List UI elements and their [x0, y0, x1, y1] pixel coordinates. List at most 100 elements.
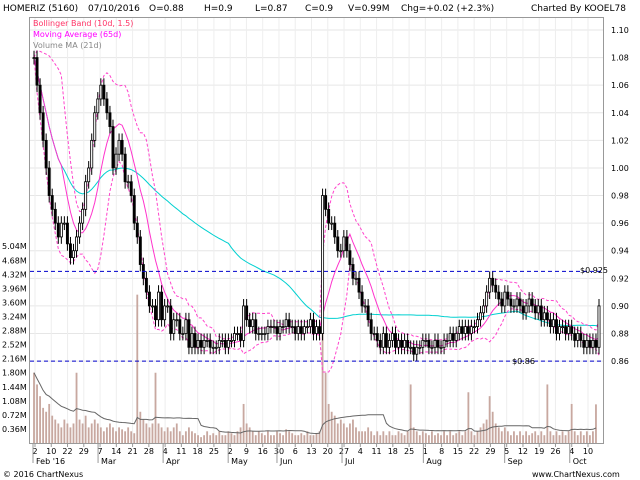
candle-body — [357, 277, 361, 293]
price-tick-label: 1.08 — [611, 54, 629, 63]
candle-body — [397, 340, 400, 348]
candle-body — [345, 236, 349, 252]
candle-body — [163, 305, 167, 321]
date-tick-label: 9 — [244, 447, 249, 456]
candle-body — [394, 333, 397, 348]
volume-bar — [385, 435, 388, 443]
candle-body — [564, 326, 568, 334]
volume-bar — [197, 435, 199, 443]
candle-body — [327, 208, 331, 224]
candle-body — [424, 340, 428, 342]
price-tick-label: 1.06 — [611, 81, 629, 90]
volume-bar — [154, 372, 157, 443]
volume-tick-label: 2.52M — [2, 341, 27, 350]
volume-bar — [376, 431, 379, 443]
candle-body — [463, 326, 467, 334]
candle-body — [81, 208, 85, 224]
volume-bar — [558, 435, 561, 443]
volume-bar — [233, 435, 236, 443]
candle-body — [597, 305, 601, 348]
volume-tick-label: 1.44M — [2, 383, 27, 392]
price-tick-label: 0.96 — [611, 219, 629, 228]
candle-body — [466, 326, 470, 334]
volume-bar — [121, 429, 124, 443]
volume-bar — [230, 433, 233, 443]
candle-body — [542, 312, 546, 321]
candle-body — [360, 291, 364, 307]
date-tick-label: 13 — [306, 447, 316, 456]
volume-bar — [564, 435, 567, 443]
date-tick-label: 4 — [358, 447, 363, 456]
candle-body — [68, 243, 72, 259]
volume-bar — [39, 396, 41, 443]
candle-body — [47, 167, 51, 196]
volume-tick-label: 4.32M — [2, 270, 27, 279]
candle-body — [281, 326, 285, 329]
candle-body — [308, 319, 312, 328]
volume-bar — [215, 435, 218, 443]
date-tick-label: 27 — [339, 447, 349, 456]
date-tick-label: 30 — [274, 447, 284, 456]
candle-body — [324, 195, 328, 210]
candle-body — [479, 312, 482, 321]
open-readout: O=0.88 — [149, 4, 184, 14]
date-tick-label: 21 — [127, 447, 137, 456]
candle-body — [190, 333, 194, 348]
volume-readout: V=0.99M — [348, 4, 390, 14]
candle-body — [108, 112, 112, 127]
candle-body — [311, 319, 315, 334]
volume-bar — [99, 427, 102, 443]
candle-body — [202, 340, 206, 348]
volume-bar — [118, 427, 120, 443]
candle-body — [111, 126, 115, 169]
candle-body — [561, 326, 565, 329]
volume-bar — [352, 419, 354, 443]
high-readout: H=0.9 — [204, 4, 233, 14]
candle-body — [588, 340, 592, 348]
candle-body — [390, 333, 394, 341]
volume-bar — [288, 431, 291, 443]
volume-bar — [294, 435, 297, 443]
volume-bar — [588, 435, 591, 443]
candle-body — [315, 326, 318, 334]
volume-bar — [455, 433, 458, 443]
volume-bar — [500, 431, 503, 443]
candle-body — [245, 305, 249, 321]
candle-body — [430, 346, 434, 349]
date-tick-label: 25 — [209, 447, 219, 456]
candle-body — [533, 305, 537, 314]
candle-body — [178, 319, 182, 334]
candle-body — [591, 340, 595, 348]
chart-background — [0, 0, 640, 480]
date-tick-label: 10 — [46, 447, 56, 456]
volume-bar — [324, 372, 327, 443]
volume-bar — [567, 431, 570, 443]
volume-bar — [333, 415, 336, 443]
candle-body — [172, 319, 176, 334]
candle-body — [491, 277, 495, 286]
volume-bar — [573, 431, 576, 443]
volume-bar — [397, 431, 400, 443]
price-tick-label: 1.04 — [611, 109, 629, 118]
legend-moving-average: Moving Average (65d) — [33, 30, 121, 39]
volume-bar — [63, 419, 66, 443]
volume-bar — [251, 431, 254, 443]
candle-body — [102, 84, 106, 100]
candle-body — [254, 319, 258, 334]
volume-bar — [576, 435, 579, 443]
month-label: May — [231, 457, 248, 466]
volume-bar — [434, 435, 436, 443]
copyright-text: © 2016 ChartNexus — [3, 470, 83, 479]
volume-bar — [203, 435, 206, 443]
volume-bar — [157, 423, 160, 443]
date-tick-label: 11 — [371, 447, 381, 456]
volume-bar — [169, 431, 172, 443]
volume-bar — [84, 415, 87, 443]
candle-body — [384, 333, 388, 348]
volume-bar — [133, 433, 136, 443]
volume-bar — [188, 427, 190, 443]
candle-body — [354, 277, 358, 280]
volume-bar — [200, 437, 202, 443]
candle-body — [65, 222, 69, 245]
support-label: $0.86 — [512, 357, 535, 366]
